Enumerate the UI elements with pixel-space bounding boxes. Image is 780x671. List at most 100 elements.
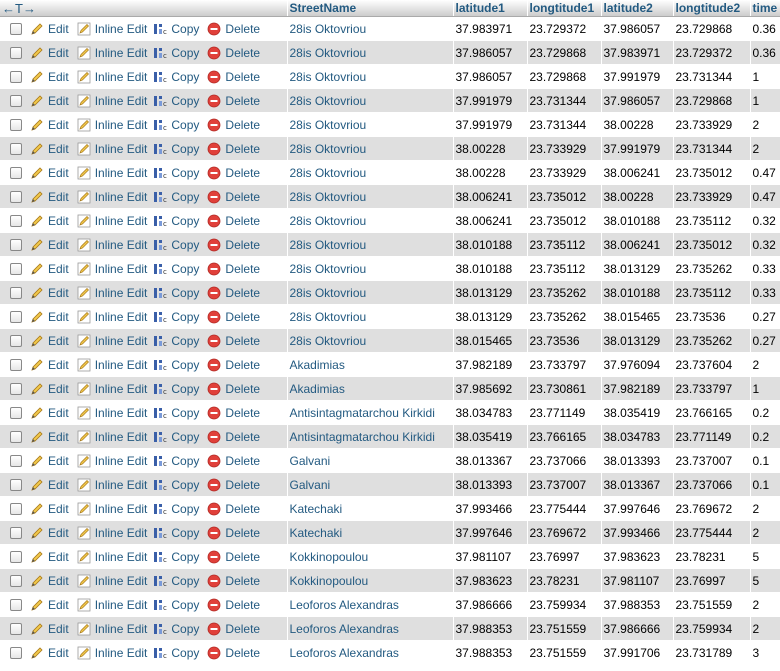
cell-latitude1[interactable]: 38.013393	[453, 472, 528, 497]
delete-link[interactable]: Delete	[225, 550, 260, 564]
copy-link[interactable]: Copy	[171, 598, 199, 612]
inline-edit-link[interactable]: Inline Edit	[95, 262, 148, 276]
cell-latitude2[interactable]: 38.013367	[601, 472, 674, 497]
cell-time[interactable]: 2	[750, 112, 780, 137]
delete-icon[interactable]	[207, 430, 221, 444]
column-header-longtitude1[interactable]: longtitude1	[527, 0, 602, 17]
inline-edit-icon[interactable]	[77, 358, 91, 372]
cell-latitude1[interactable]: 38.015465	[453, 328, 528, 353]
cell-latitude1[interactable]: 37.993466	[453, 496, 528, 521]
row-checkbox[interactable]	[10, 46, 22, 59]
inline-edit-icon[interactable]	[77, 166, 91, 180]
cell-streetname[interactable]: Galvani	[287, 472, 454, 497]
delete-icon[interactable]	[207, 334, 221, 348]
row-checkbox[interactable]	[10, 166, 22, 179]
delete-link[interactable]: Delete	[225, 526, 260, 540]
copy-link[interactable]: Copy	[171, 622, 199, 636]
edit-icon[interactable]	[30, 454, 44, 468]
cell-streetname[interactable]: 28is Oktovriou	[287, 208, 454, 233]
cell-streetname[interactable]: 28is Oktovriou	[287, 184, 454, 209]
cell-longtitude1[interactable]: 23.73536	[527, 328, 602, 353]
cell-streetname[interactable]: 28is Oktovriou	[287, 88, 454, 113]
edit-link[interactable]: Edit	[48, 550, 69, 564]
edit-icon[interactable]	[30, 22, 44, 36]
cell-latitude2[interactable]: 37.986666	[601, 616, 674, 641]
cell-streetname[interactable]: Akadimias	[287, 352, 454, 377]
cell-streetname[interactable]: 28is Oktovriou	[287, 160, 454, 185]
edit-icon[interactable]	[30, 646, 44, 660]
delete-link[interactable]: Delete	[225, 262, 260, 276]
inline-edit-link[interactable]: Inline Edit	[95, 190, 148, 204]
copy-icon[interactable]: c	[153, 334, 167, 348]
cell-latitude2[interactable]: 37.986057	[601, 16, 674, 41]
delete-link[interactable]: Delete	[225, 430, 260, 444]
delete-link[interactable]: Delete	[225, 214, 260, 228]
cell-latitude2[interactable]: 38.035419	[601, 400, 674, 425]
cell-latitude1[interactable]: 37.991979	[453, 112, 528, 137]
copy-link[interactable]: Copy	[171, 550, 199, 564]
cell-longtitude2[interactable]: 23.771149	[673, 424, 751, 449]
cell-latitude1[interactable]: 38.00228	[453, 160, 528, 185]
cell-latitude1[interactable]: 37.983623	[453, 568, 528, 593]
copy-link[interactable]: Copy	[171, 214, 199, 228]
delete-link[interactable]: Delete	[225, 94, 260, 108]
cell-latitude1[interactable]: 37.981107	[453, 544, 528, 569]
inline-edit-link[interactable]: Inline Edit	[95, 574, 148, 588]
cell-latitude1[interactable]: 38.006241	[453, 184, 528, 209]
row-checkbox[interactable]	[10, 286, 22, 299]
inline-edit-icon[interactable]	[77, 310, 91, 324]
copy-link[interactable]: Copy	[171, 454, 199, 468]
cell-latitude2[interactable]: 37.976094	[601, 352, 674, 377]
delete-icon[interactable]	[207, 502, 221, 516]
cell-streetname[interactable]: 28is Oktovriou	[287, 232, 454, 257]
copy-icon[interactable]: c	[153, 574, 167, 588]
copy-icon[interactable]: c	[153, 286, 167, 300]
inline-edit-link[interactable]: Inline Edit	[95, 70, 148, 84]
edit-icon[interactable]	[30, 574, 44, 588]
delete-link[interactable]: Delete	[225, 70, 260, 84]
delete-link[interactable]: Delete	[225, 598, 260, 612]
cell-latitude1[interactable]: 38.034783	[453, 400, 528, 425]
cell-longtitude2[interactable]: 23.735112	[673, 280, 751, 305]
delete-icon[interactable]	[207, 70, 221, 84]
inline-edit-link[interactable]: Inline Edit	[95, 454, 148, 468]
copy-icon[interactable]: c	[153, 598, 167, 612]
cell-time[interactable]: 0.2	[750, 400, 780, 425]
cell-latitude2[interactable]: 37.983623	[601, 544, 674, 569]
copy-icon[interactable]: c	[153, 622, 167, 636]
cell-longtitude2[interactable]: 23.775444	[673, 520, 751, 545]
edit-icon[interactable]	[30, 310, 44, 324]
edit-link[interactable]: Edit	[48, 454, 69, 468]
column-header-latitude2[interactable]: latitude2	[601, 0, 674, 17]
row-checkbox[interactable]	[10, 526, 22, 539]
delete-icon[interactable]	[207, 358, 221, 372]
inline-edit-link[interactable]: Inline Edit	[95, 166, 148, 180]
cell-streetname[interactable]: 28is Oktovriou	[287, 328, 454, 353]
copy-icon[interactable]: c	[153, 310, 167, 324]
inline-edit-link[interactable]: Inline Edit	[95, 214, 148, 228]
edit-link[interactable]: Edit	[48, 214, 69, 228]
cell-latitude2[interactable]: 38.034783	[601, 424, 674, 449]
cell-latitude2[interactable]: 37.981107	[601, 568, 674, 593]
cell-streetname[interactable]: 28is Oktovriou	[287, 304, 454, 329]
edit-link[interactable]: Edit	[48, 334, 69, 348]
edit-icon[interactable]	[30, 406, 44, 420]
copy-icon[interactable]: c	[153, 646, 167, 660]
row-checkbox[interactable]	[10, 478, 22, 491]
delete-link[interactable]: Delete	[225, 334, 260, 348]
cell-latitude1[interactable]: 37.988353	[453, 640, 528, 665]
delete-icon[interactable]	[207, 118, 221, 132]
cell-time[interactable]: 1	[750, 64, 780, 89]
inline-edit-icon[interactable]	[77, 190, 91, 204]
copy-link[interactable]: Copy	[171, 166, 199, 180]
inline-edit-link[interactable]: Inline Edit	[95, 22, 148, 36]
delete-icon[interactable]	[207, 526, 221, 540]
cell-longtitude1[interactable]: 23.733929	[527, 136, 602, 161]
cell-latitude1[interactable]: 37.991979	[453, 88, 528, 113]
delete-icon[interactable]	[207, 454, 221, 468]
cell-latitude1[interactable]: 37.986057	[453, 40, 528, 65]
inline-edit-icon[interactable]	[77, 598, 91, 612]
cell-latitude2[interactable]: 38.010188	[601, 208, 674, 233]
row-checkbox[interactable]	[10, 238, 22, 251]
cell-streetname[interactable]: Leoforos Alexandras	[287, 640, 454, 665]
